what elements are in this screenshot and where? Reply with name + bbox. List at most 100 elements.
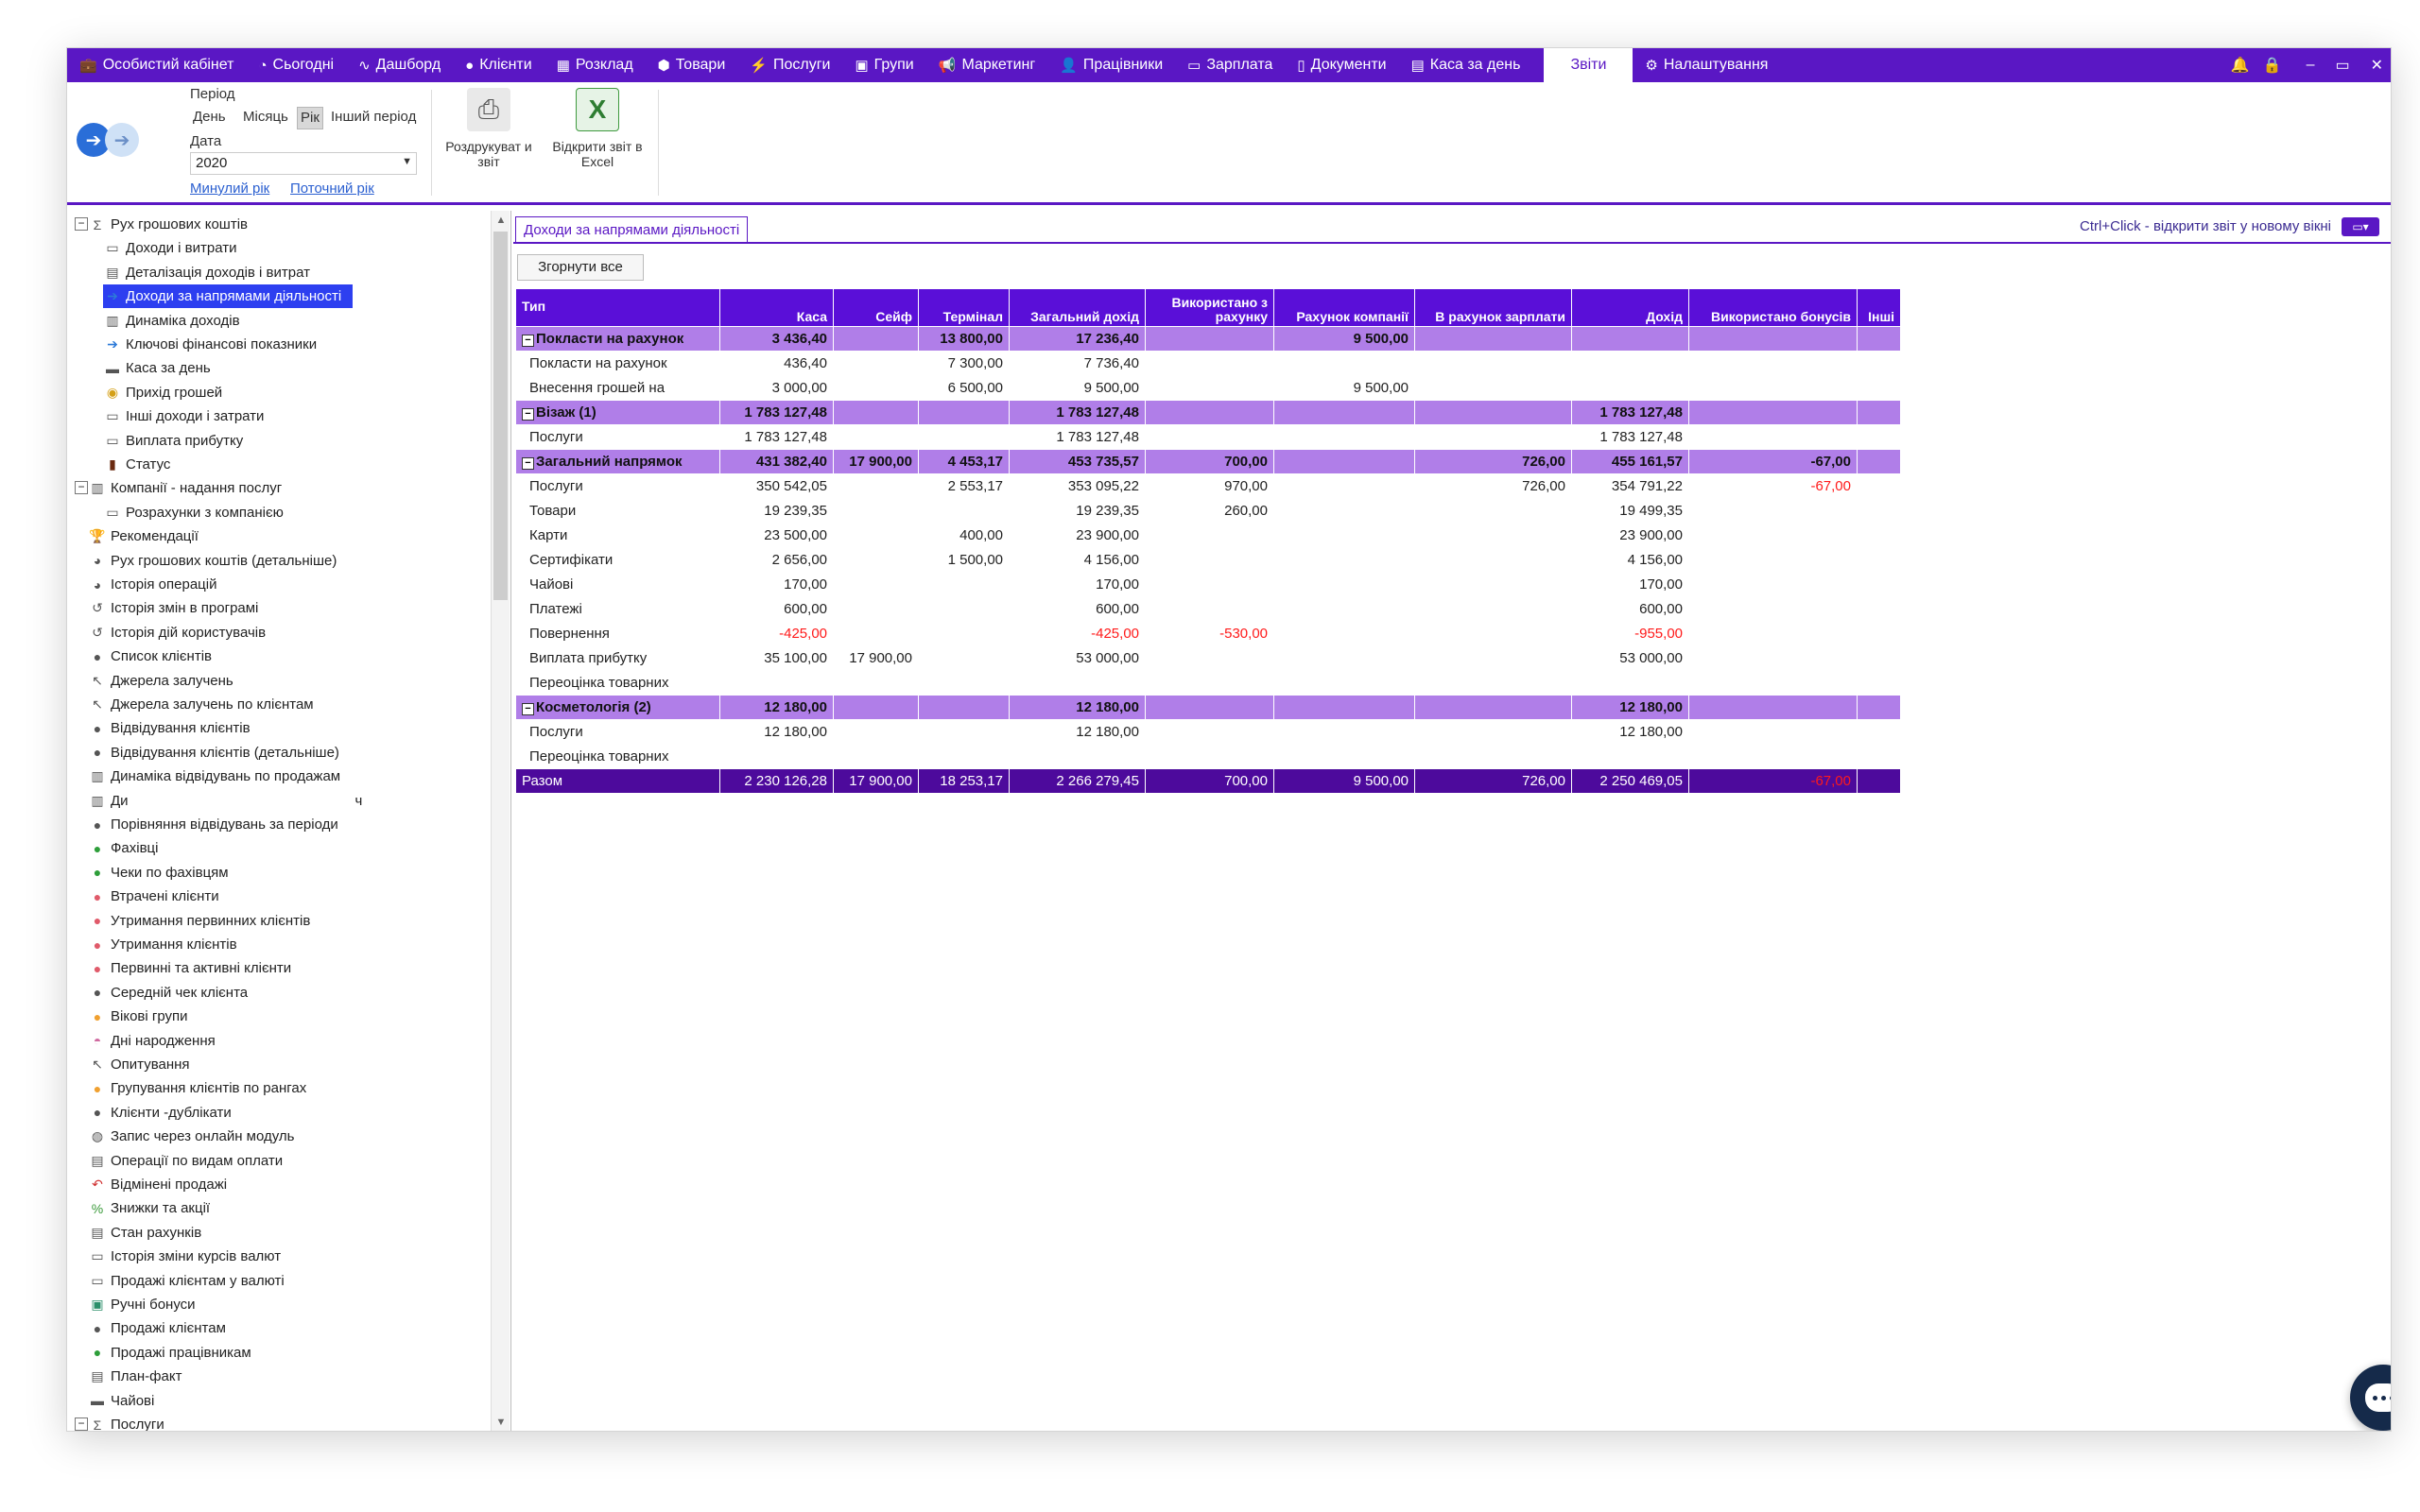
tab-report[interactable]: Доходи за напрямами діяльності [515,216,749,243]
tree-item[interactable]: ◉ Прихід грошей [103,381,222,404]
tree-item[interactable]: ● Продажі клієнтам [88,1316,226,1340]
tree-item[interactable]: ● Відвідування клієнтів [88,716,251,740]
collapse-group-icon[interactable]: − [522,457,534,470]
tree-expander-icon[interactable]: − [75,217,88,231]
tree-scrollbar[interactable]: ▲ ▼ [491,211,510,1431]
tree-item[interactable]: ● Втрачені клієнти [88,885,219,908]
tree-item[interactable]: ◕ Рух грошових коштів (детальніше) [88,549,337,573]
column-header[interactable]: Термінал [918,288,1010,327]
table-row[interactable]: Повернення -425,00 -425,00 -530,00 -955,00 [515,621,1901,646]
period-day-button[interactable]: День [190,107,229,129]
print-report-button[interactable]: ⎙ Роздрукуват и звіт [436,88,542,169]
tree-item[interactable]: ◍ Запис через онлайн модуль [88,1125,295,1148]
nav-item-2[interactable]: ◔ Сьогодні [246,48,346,82]
tree-item[interactable]: ▭ Історія зміни курсів валют [88,1245,281,1268]
tree-item[interactable]: ▭ Продажі клієнтам у валюті [88,1269,284,1293]
table-row[interactable]: Виплата прибутку 35 100,00 17 900,00 53 000… [515,645,1901,671]
table-row[interactable]: Послуги 1 783 127,48 1 783 127,48 1 783 127… [515,424,1901,450]
column-header[interactable]: Тип [515,288,720,327]
collapse-group-icon[interactable]: − [522,408,534,421]
nav-item-4[interactable]: ● Клієнти [453,48,544,82]
tree-item[interactable]: ▮ Статус [103,453,170,476]
tree-item[interactable]: ● Утримання клієнтів [88,933,237,956]
tree-item[interactable]: ▥ Динаміка відвідувань по продажам [88,765,340,788]
tree-item[interactable]: Σ Рух грошових коштів [88,213,248,236]
collapse-group-icon[interactable]: − [522,703,534,715]
restore-icon[interactable]: ▭ [2335,56,2349,75]
group-row[interactable]: − Косметологія (2) 12 180,00 12 180,00 12 18… [515,695,1901,720]
close-icon[interactable]: ✕ [2371,56,2383,75]
nav-item-3[interactable]: ∿ Дашборд [346,48,453,82]
tree-item[interactable]: ● Чеки по фахівцям [88,861,229,885]
tree-item[interactable]: ↺ Історія змін в програмі [88,596,258,620]
tree-item[interactable]: ● Відвідування клієнтів (детальніше) [88,741,339,765]
nav-item-13[interactable]: ▤ Каса за день [1399,48,1533,82]
tree-item[interactable]: ◕ Історія операцій [88,573,217,596]
tree-item[interactable]: ▤ Стан рахунків [88,1221,201,1245]
tree-item[interactable]: ➔ Ключові фінансові показники [103,333,317,356]
nav-item-11[interactable]: ▭ Зарплата [1175,48,1285,82]
tree-item[interactable]: ➔ Доходи за напрямами діяльності [103,284,354,309]
tree-item[interactable]: ▥ Ди ч [88,789,362,813]
column-header[interactable]: Дохід [1571,288,1689,327]
tree-item[interactable]: ▤ Операції по видам оплати [88,1149,283,1173]
table-row[interactable]: Карти 23 500,00 400,00 23 900,00 23 900,00 [515,523,1901,548]
collapse-all-button[interactable]: Згорнути все [517,254,644,281]
table-row[interactable]: Послуги 12 180,00 12 180,00 12 180,00 [515,719,1901,745]
column-header[interactable]: Використано з рахунку [1145,288,1274,327]
tree-expander-icon[interactable]: − [75,481,88,495]
group-row[interactable]: − Покласти на рахунок 3 436,40 13 800,00 17 … [515,326,1901,352]
tree-item[interactable]: ↖ Джерела залучень по клієнтам [88,693,314,716]
lock-icon[interactable]: 🔒 [2263,56,2282,75]
table-row[interactable]: Платежі 600,00 600,00 600,00 [515,596,1901,622]
table-row[interactable]: Послуги 350 542,05 2 553,17 353 095,22 970,0… [515,473,1901,499]
tree-item[interactable]: ● Утримання первинних клієнтів [88,909,311,933]
column-header[interactable]: Інші [1857,288,1901,327]
tree-item[interactable]: ● Порівняння відвідувань за періоди [88,813,338,836]
tree-item[interactable]: % Знижки та акції [88,1196,210,1220]
tree-item[interactable]: ● Фахівці [88,836,159,860]
tree-item[interactable]: ● Групування клієнтів по рангах [88,1076,307,1100]
table-row[interactable]: Внесення грошей на 3 000,00 6 500,00 9 500,… [515,375,1901,401]
forward-button[interactable]: ➔ [105,123,139,157]
tree-item[interactable]: ↖ Опитування [88,1053,189,1076]
tree-item[interactable]: Σ Послуги [88,1413,164,1431]
bell-icon[interactable]: 🔔 [2231,56,2250,75]
tree-item[interactable]: ● Клієнти -дублікати [88,1101,232,1125]
scroll-down-icon[interactable]: ▼ [492,1413,510,1431]
nav-item-8[interactable]: ▣ Групи [842,48,925,82]
tree-item[interactable]: ▭ Виплата прибутку [103,429,243,453]
column-header[interactable]: Каса [719,288,834,327]
tree-expander-icon[interactable]: − [75,1418,88,1431]
tree-item[interactable]: ◓ Дні народження [88,1029,216,1053]
window-icon[interactable]: ▭▾ [2342,217,2379,236]
nav-item-reports[interactable]: Звіти [1544,48,1634,82]
period-other-button[interactable]: Інший період [328,107,419,129]
tree-item[interactable]: ▭ Розрахунки з компанією [103,501,284,524]
column-header[interactable]: Сейф [833,288,919,327]
tree-item[interactable]: ● Вікові групи [88,1005,188,1028]
table-row[interactable]: Чайові 170,00 170,00 170,00 [515,572,1901,597]
nav-item-12[interactable]: ▯ Документи [1285,48,1398,82]
column-header[interactable]: Рахунок компанії [1273,288,1415,327]
tree-item[interactable]: ▥ Компанії - надання послуг [88,476,282,500]
tree-item[interactable]: ● Список клієнтів [88,644,212,668]
column-header[interactable]: В рахунок зарплати [1414,288,1572,327]
tree-item[interactable]: ● Середній чек клієнта [88,981,248,1005]
period-month-button[interactable]: Місяць [240,107,291,129]
nav-item-1[interactable]: 💼 Особистий кабінет [67,48,246,82]
nav-item-10[interactable]: 👤 Працівники [1047,48,1175,82]
tree-item[interactable]: ▤ Деталізація доходів і витрат [103,261,310,284]
nav-item-6[interactable]: ⬢ Товари [646,48,738,82]
open-excel-button[interactable]: X Відкрити звіт в Excel [544,88,650,169]
nav-item-7[interactable]: ⚡ Послуги [737,48,842,82]
tree-item[interactable]: ▥ Динаміка доходів [103,309,239,333]
table-row[interactable]: Товари 19 239,35 19 239,35 260,00 19 499,35 [515,498,1901,524]
nav-item-9[interactable]: 📢 Маркетинг [926,48,1047,82]
total-row[interactable]: Разом 2 230 126,28 17 900,00 18 253,17 2 266… [515,768,1901,794]
current-year-link[interactable]: Поточний рік [290,180,374,197]
date-select[interactable]: 2020 ▼ [190,152,417,175]
table-row[interactable]: Переоцінка товарних [515,744,1901,769]
column-header[interactable]: Використано бонусів [1688,288,1858,327]
group-row[interactable]: − Загальний напрямок 431 382,40 17 900,00 4 … [515,449,1901,474]
